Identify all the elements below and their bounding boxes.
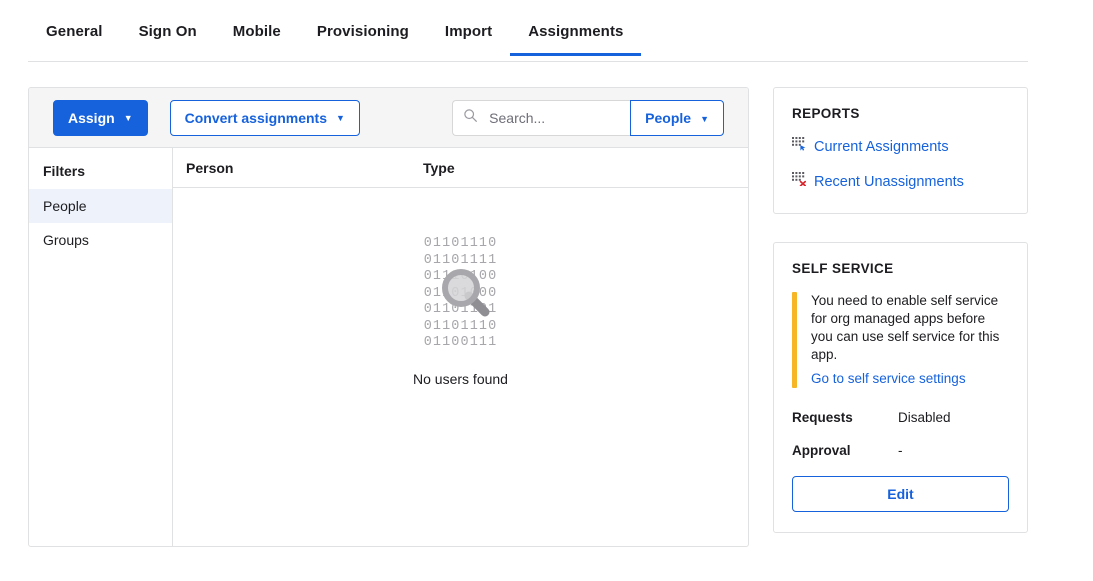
report-link-label[interactable]: Current Assignments [814,139,949,155]
field-requests: Requests Disabled [792,410,1009,425]
edit-button[interactable]: Edit [792,476,1009,512]
binary-art: 01101110 01101111 01110100 01101000 0110… [424,236,498,352]
self-service-alert: You need to enable self service for org … [792,292,1009,388]
binary-line: 01101111 [423,252,498,268]
filters-heading: Filters [43,163,86,179]
edit-button-label: Edit [887,486,914,502]
assignments-table: Person Type 01101110 01101111 01110100 0… [173,148,748,546]
search-icon [463,108,478,128]
side-column: REPORTS Current Assignments Recent Unass… [773,87,1028,533]
reports-title: REPORTS [792,106,860,121]
grid-arrow-icon [792,137,806,156]
tab-import[interactable]: Import [427,22,510,55]
assignments-panel: Assign ▼ Convert assignments ▼ Search...… [28,87,749,547]
convert-assignments-label: Convert assignments [184,109,327,126]
search-group: People ▼ [452,100,724,136]
binary-line: 01101000 [423,285,498,301]
self-service-settings-link[interactable]: Go to self service settings [811,370,1009,388]
tab-label: Assignments [528,23,624,40]
table-header-row: Person Type [173,148,748,188]
filter-item-groups[interactable]: Groups [29,223,172,257]
field-label: Approval [792,443,851,458]
filter-item-label: People [43,198,87,214]
chevron-down-icon: ▼ [700,113,709,124]
binary-line: 01101101 [423,302,498,317]
binary-line: 01100111 [423,335,498,350]
empty-state-message: No users found [413,370,508,387]
report-link-label[interactable]: Recent Unassignments [814,174,964,190]
tab-mobile[interactable]: Mobile [215,22,299,55]
search-field[interactable] [452,100,631,136]
tab-sign-on[interactable]: Sign On [121,22,215,55]
field-value: - [898,443,903,458]
tab-provisioning[interactable]: Provisioning [299,22,427,55]
tab-label: General [46,23,103,40]
column-header-type: Type [423,159,455,176]
panel-body: Filters People Groups Person Type 011011… [29,148,748,546]
self-service-card: SELF SERVICE You need to enable self ser… [773,242,1028,533]
empty-state: 01101110 01101111 01110100 01101000 0110… [173,188,748,546]
tab-label: Provisioning [316,23,409,40]
chevron-down-icon: ▼ [123,113,133,123]
alert-text: You need to enable self service for org … [811,293,1000,362]
binary-line: 01101110 [423,318,498,334]
people-filter-dropdown[interactable]: People ▼ [630,100,724,136]
filter-item-label: Groups [43,232,89,248]
tab-general[interactable]: General [28,22,121,55]
filter-item-people[interactable]: People [29,189,172,223]
alert-body: You need to enable self service for org … [811,292,1009,388]
report-recent-unassignments[interactable]: Recent Unassignments [792,172,1009,191]
tab-label: Sign On [138,23,197,40]
binary-line: 01110100 [423,269,498,284]
reports-card: REPORTS Current Assignments Recent Unass… [773,87,1028,214]
field-approval: Approval - [792,443,1009,458]
tab-label: Mobile [232,23,281,40]
tab-bar: General Sign On Mobile Provisioning Impo… [28,22,1028,62]
assign-button-label: Assign [68,109,115,126]
assign-button[interactable]: Assign ▼ [53,99,148,136]
grid-x-icon [792,172,807,191]
column-header-person: Person [186,159,234,176]
filters-sidebar: Filters People Groups [29,148,173,546]
search-input[interactable] [487,109,618,127]
tab-label: Import [444,23,493,40]
people-filter-label: People [645,110,692,126]
tab-assignments[interactable]: Assignments [510,22,642,56]
chevron-down-icon: ▼ [335,113,345,123]
binary-line: 01101110 [423,236,498,251]
assignments-toolbar: Assign ▼ Convert assignments ▼ Search...… [29,88,748,148]
field-value: Disabled [898,410,951,425]
report-current-assignments[interactable]: Current Assignments [792,137,1009,156]
alert-accent-bar [792,292,797,388]
field-label: Requests [792,410,853,425]
convert-assignments-button[interactable]: Convert assignments ▼ [169,99,360,136]
self-service-title: SELF SERVICE [792,261,894,276]
